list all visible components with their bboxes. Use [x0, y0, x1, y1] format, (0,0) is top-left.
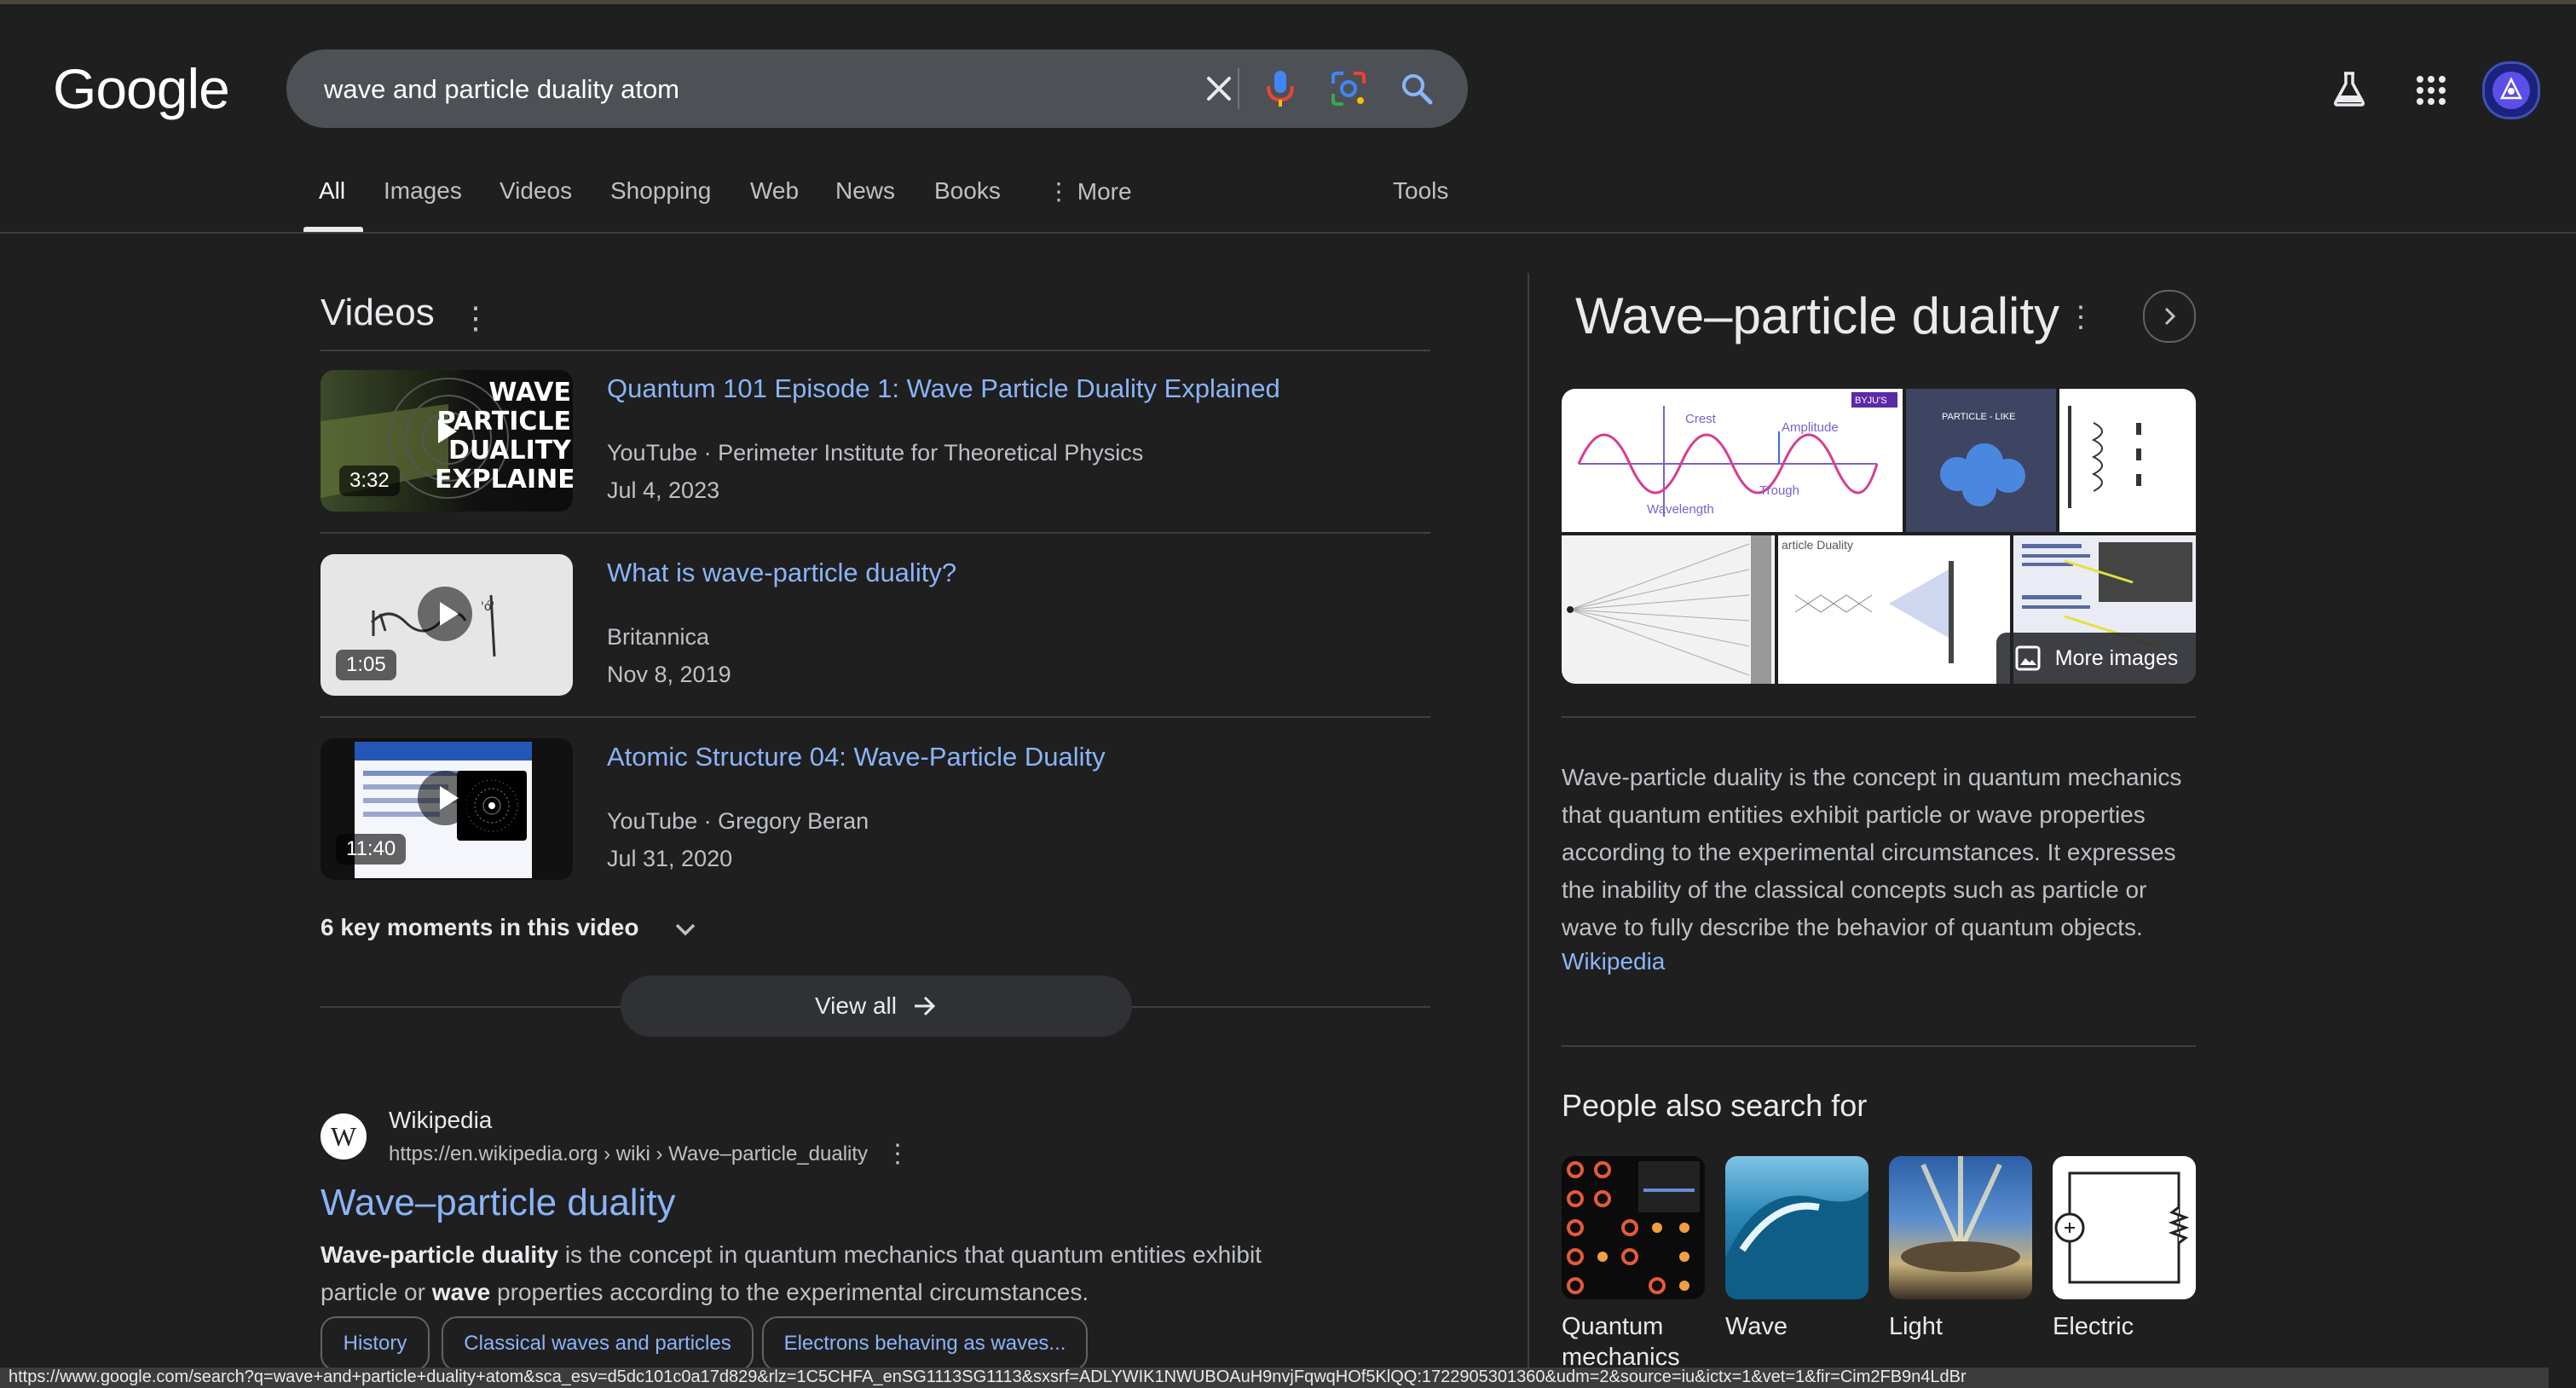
tab-all[interactable]: All — [319, 177, 345, 205]
header-divider — [0, 232, 2576, 234]
svg-text:Amplitude: Amplitude — [1782, 420, 1839, 435]
tab-shopping[interactable]: Shopping — [610, 177, 711, 205]
kp-image-experiment[interactable] — [2059, 389, 2196, 532]
key-moments-label: 6 key moments in this video — [321, 914, 639, 940]
video-title-link[interactable]: Quantum 101 Episode 1: Wave Particle Dua… — [607, 373, 1280, 404]
divider — [1562, 716, 2196, 718]
kp-description: Wave-particle duality is the concept in … — [1562, 764, 2182, 940]
arrow-right-icon — [914, 996, 936, 1016]
avatar[interactable] — [2482, 61, 2540, 119]
play-icon — [418, 771, 472, 825]
result-site-name[interactable]: Wikipedia — [389, 1107, 492, 1134]
pas-label-wave[interactable]: Wave — [1725, 1311, 1788, 1342]
result-snippet: Wave-particle duality is the concept in … — [321, 1241, 1262, 1305]
video-duration: 1:05 — [336, 650, 396, 680]
search-input[interactable] — [322, 49, 1178, 130]
pas-label-light[interactable]: Light — [1889, 1311, 1943, 1342]
wikipedia-favicon: W — [321, 1113, 367, 1160]
result-url[interactable]: https://en.wikipedia.org › wiki › Wave–p… — [389, 1142, 868, 1166]
divider — [321, 716, 1430, 718]
video-date: Jul 4, 2023 — [607, 477, 720, 503]
key-moments-toggle[interactable]: 6 key moments in this video — [321, 914, 696, 941]
more-dots-icon: ⋮ — [1047, 178, 1077, 205]
divider — [1562, 1045, 2196, 1047]
result-menu-icon[interactable]: ⋮ — [885, 1139, 910, 1169]
video-source: Britannica — [607, 624, 710, 650]
video-duration: 3:32 — [339, 466, 400, 496]
chevron-right-icon — [2164, 307, 2176, 326]
tab-tools[interactable]: Tools — [1393, 177, 1448, 205]
view-all-button[interactable]: View all — [621, 975, 1132, 1037]
video-thumbnail[interactable]: 11:40 — [321, 738, 573, 880]
result-title-link[interactable]: Wave–particle duality — [321, 1182, 676, 1224]
kp-title: Wave–particle duality — [1575, 287, 2060, 344]
kp-image-wave-diagram[interactable]: Crest Amplitude Trough Wavelength BYJU'S — [1562, 389, 1903, 532]
videos-section-title: Videos — [321, 292, 435, 333]
search-divider — [1238, 68, 1239, 109]
video-thumbnail[interactable]: WAVEPARTICLEDUALITYEXPLAINED 3:32 — [321, 370, 573, 512]
tab-images[interactable]: Images — [384, 177, 462, 205]
apps-grid-icon[interactable] — [2416, 75, 2446, 110]
kp-source-link[interactable]: Wikipedia — [1562, 948, 1665, 975]
svg-text:Trough: Trough — [1759, 483, 1799, 498]
play-icon — [438, 419, 457, 443]
svg-text:Wavelength: Wavelength — [1647, 502, 1714, 517]
svg-text:article Duality: article Duality — [1782, 538, 1853, 552]
video-thumbnail[interactable]: 'ó' 1:05 — [321, 554, 573, 696]
kp-menu-icon[interactable]: ⋮ — [2066, 300, 2095, 334]
divider — [321, 350, 1430, 351]
lens-icon[interactable] — [1325, 65, 1372, 113]
clear-icon[interactable] — [1195, 65, 1243, 113]
search-bar[interactable] — [286, 49, 1468, 130]
kp-next-button[interactable] — [2143, 290, 2196, 343]
status-bar-url: https://www.google.com/search?q=wave+and… — [0, 1368, 2549, 1388]
video-date: Jul 31, 2020 — [607, 846, 733, 871]
tab-news[interactable]: News — [835, 177, 895, 205]
svg-text:Crest: Crest — [1685, 412, 1717, 426]
tab-videos[interactable]: Videos — [500, 177, 572, 205]
panel-divider — [1528, 273, 1529, 1368]
kp-image-particle-like[interactable]: PARTICLE - LIKE — [1906, 389, 2056, 532]
kp-image-double-slit[interactable] — [1562, 535, 1775, 684]
microphone-icon[interactable] — [1256, 65, 1304, 113]
pas-card-wave[interactable] — [1725, 1156, 1868, 1299]
tab-books[interactable]: Books — [934, 177, 1001, 205]
labs-flask-icon[interactable] — [2332, 70, 2366, 112]
people-also-search-title: People also search for — [1562, 1088, 1868, 1123]
video-duration: 11:40 — [336, 834, 407, 865]
window-top-border — [0, 0, 2576, 4]
video-title-link[interactable]: What is wave-particle duality? — [607, 558, 956, 588]
image-icon — [2015, 645, 2041, 671]
video-source: YouTube · Gregory Beran — [607, 808, 869, 834]
video-date: Nov 8, 2019 — [607, 662, 731, 687]
pas-label-electric[interactable]: Electric — [2053, 1311, 2134, 1342]
kp-image-grid[interactable]: Crest Amplitude Trough Wavelength BYJU'S PAR… — [1562, 389, 2196, 684]
google-logo[interactable]: Google — [53, 56, 230, 121]
search-icon[interactable] — [1393, 65, 1441, 113]
svg-text:'ó': 'ó' — [481, 600, 494, 614]
kp-image-duality-chart[interactable]: article Duality — [1778, 535, 2010, 684]
pas-card-quantum-mechanics[interactable] — [1562, 1156, 1705, 1299]
svg-text:BYJU'S: BYJU'S — [1855, 396, 1887, 406]
more-images-button[interactable]: More images — [1996, 633, 2196, 684]
play-icon — [418, 587, 472, 641]
video-source: YouTube · Perimeter Institute for Theore… — [607, 440, 1144, 466]
tab-web[interactable]: Web — [750, 177, 799, 205]
pas-label-quantum-mechanics[interactable]: Quantum mechanics — [1562, 1311, 1680, 1373]
video-title-link[interactable]: Atomic Structure 04: Wave-Particle Duali… — [607, 742, 1106, 772]
chip-electrons-waves[interactable]: Electrons behaving as waves... — [762, 1316, 1088, 1371]
chip-history[interactable]: History — [321, 1316, 430, 1371]
pas-card-electric[interactable] — [2053, 1156, 2196, 1299]
tab-more[interactable]: ⋮ More — [1047, 177, 1132, 205]
divider — [321, 532, 1430, 534]
clear-icon-wrap[interactable] — [1459, 65, 1507, 113]
chevron-down-icon — [675, 923, 696, 936]
chip-classical-waves[interactable]: Classical waves and particles — [442, 1316, 754, 1371]
videos-menu-icon[interactable]: ⋮ — [460, 300, 491, 336]
pas-card-light[interactable] — [1889, 1156, 2032, 1299]
svg-text:PARTICLE - LIKE: PARTICLE - LIKE — [1942, 412, 2015, 422]
